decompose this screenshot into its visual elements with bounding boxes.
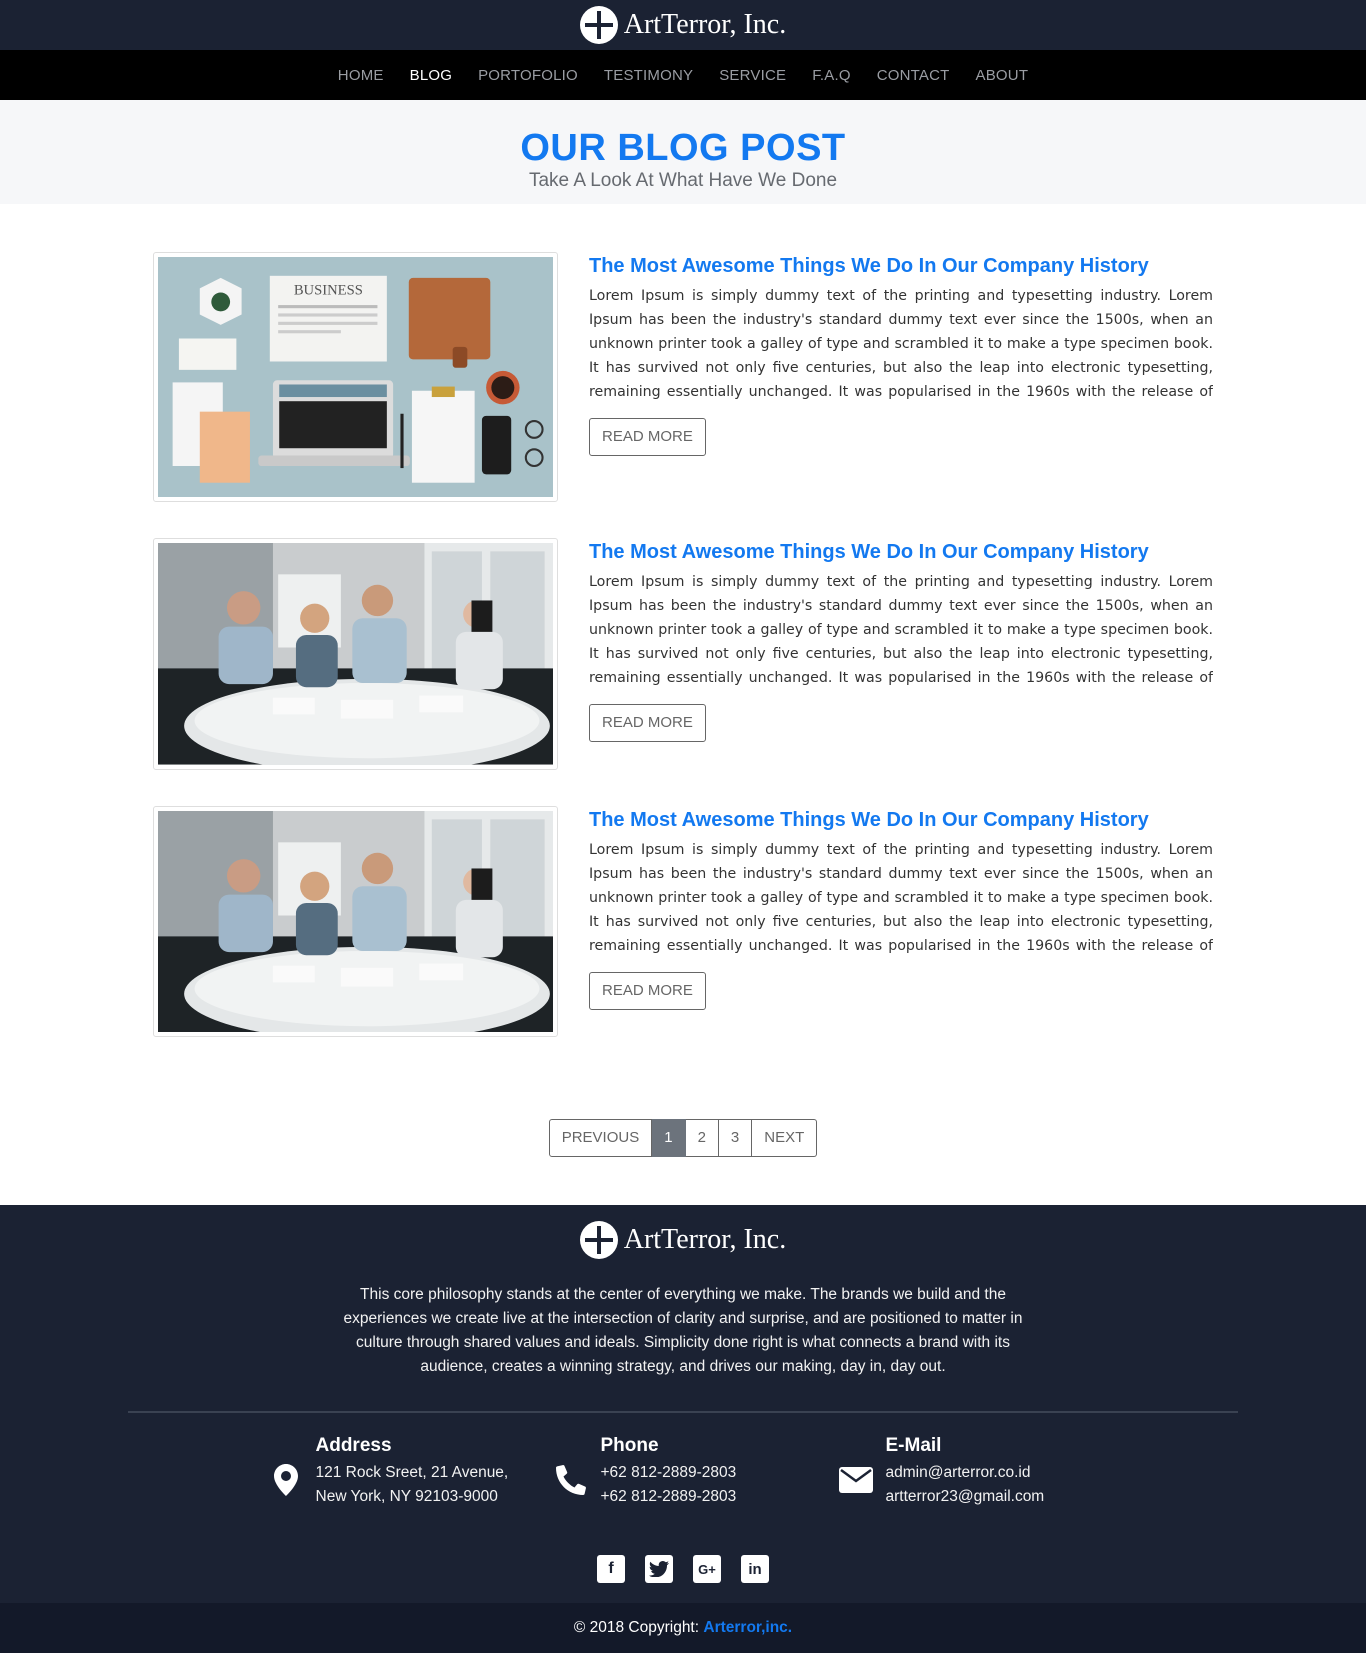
copyright-owner-link[interactable]: Arterror,inc. <box>703 1619 792 1636</box>
address-line-2: New York, NY 92103-9000 <box>315 1488 498 1506</box>
footer-divider <box>128 1411 1238 1414</box>
pagination-page-1[interactable]: 1 <box>652 1119 686 1158</box>
phone-heading: Phone <box>600 1435 659 1457</box>
nav-item-testimony[interactable]: TESTIMONY <box>604 67 693 84</box>
contact-info: Address 121 Rock Sreet, 21 Avenue, New Y… <box>0 1435 1366 1515</box>
newspaper-headline: BUSINESS <box>294 283 363 299</box>
post-excerpt: Lorem Ipsum is simply dummy text of the … <box>589 574 1213 687</box>
brand-logo[interactable]: ArtTerror, Inc. <box>579 6 787 44</box>
phone-line-1[interactable]: +62 812-2889-2803 <box>601 1461 737 1485</box>
nav-item-home[interactable]: HOME <box>338 67 384 84</box>
address-line-1: 121 Rock Sreet, 21 Avenue, <box>315 1464 509 1482</box>
nav-item-portofolio[interactable]: PORTOFOLIO <box>478 67 578 84</box>
email-line-2[interactable]: artterror23@gmail.com <box>886 1485 1045 1509</box>
page-title: OUR BLOG POST <box>520 127 846 169</box>
contact-phone: Phone +62 812-2889-2803 +62 812-2889-280… <box>541 1435 826 1515</box>
pagination-page-3[interactable]: 3 <box>718 1119 753 1158</box>
footer-brand-logo[interactable]: ArtTerror, Inc. <box>0 1221 1366 1260</box>
post-thumbnail[interactable] <box>153 805 558 1038</box>
team-meeting-image <box>158 543 553 765</box>
read-more-button[interactable]: READ MORE <box>589 704 706 743</box>
copyright-bar: © 2018 Copyright: Arterror,inc. <box>0 1603 1366 1653</box>
nav-item-contact[interactable]: CONTACT <box>877 67 950 84</box>
phone-line-2[interactable]: +62 812-2889-2803 <box>601 1485 737 1509</box>
blog-post-list: BUSINESS The Most Awesome Things We Do I… <box>153 252 1213 1038</box>
contact-email: E-Mail admin@arterror.co.id artterror23@… <box>826 1435 1111 1515</box>
team-meeting-image <box>158 810 553 1033</box>
footer-philosophy: This core philosophy stands at the cente… <box>343 1286 1023 1376</box>
read-more-button[interactable]: READ MORE <box>589 418 706 456</box>
main-nav: HOME BLOG PORTOFOLIO TESTIMONY SERVICE F… <box>0 50 1366 100</box>
email-line-1[interactable]: admin@arterror.co.id <box>886 1461 1045 1485</box>
pagination-next-button[interactable]: NEXT <box>752 1119 818 1158</box>
twitter-icon[interactable] <box>645 1555 673 1584</box>
email-heading: E-Mail <box>885 1435 942 1457</box>
read-more-button[interactable]: READ MORE <box>589 971 706 1010</box>
copyright-text: © 2018 Copyright: <box>573 1619 700 1637</box>
social-links: f G+ in <box>0 1555 1366 1603</box>
nav-item-service[interactable]: SERVICE <box>719 67 786 84</box>
post-title[interactable]: The Most Awesome Things We Do In Our Com… <box>589 253 1213 279</box>
blog-post: BUSINESS The Most Awesome Things We Do I… <box>153 252 1213 503</box>
pagination: PREVIOUS 1 2 3 NEXT <box>0 1119 1366 1158</box>
brand-mark-icon <box>579 1221 618 1260</box>
envelope-icon <box>826 1435 886 1515</box>
post-title[interactable]: The Most Awesome Things We Do In Our Com… <box>589 539 1213 565</box>
blog-post: The Most Awesome Things We Do In Our Com… <box>153 538 1213 770</box>
page-header: OUR BLOG POST Take A Look At What Have W… <box>0 100 1366 204</box>
nav-item-faq[interactable]: F.A.Q <box>812 67 851 84</box>
post-thumbnail[interactable] <box>153 538 558 770</box>
phone-icon <box>541 1435 601 1515</box>
linkedin-icon[interactable]: in <box>741 1555 769 1584</box>
brand-name: ArtTerror, Inc. <box>623 9 787 40</box>
pagination-page-2[interactable]: 2 <box>685 1119 719 1158</box>
address-heading: Address <box>315 1435 392 1457</box>
pagination-previous-button[interactable]: PREVIOUS <box>548 1119 653 1158</box>
post-thumbnail[interactable]: BUSINESS <box>153 252 558 503</box>
nav-item-about[interactable]: ABOUT <box>976 67 1029 84</box>
contact-address: Address 121 Rock Sreet, 21 Avenue, New Y… <box>256 1435 541 1515</box>
google-plus-icon[interactable]: G+ <box>693 1555 721 1584</box>
post-excerpt: Lorem Ipsum is simply dummy text of the … <box>589 288 1213 400</box>
desk-flatlay-image: BUSINESS <box>158 257 553 498</box>
page-subtitle: Take A Look At What Have We Done <box>528 170 838 191</box>
blog-post: The Most Awesome Things We Do In Our Com… <box>153 805 1213 1038</box>
map-marker-icon <box>256 1435 316 1515</box>
footer-brand-name: ArtTerror, Inc. <box>623 1224 787 1256</box>
post-excerpt: Lorem Ipsum is simply dummy text of the … <box>589 841 1213 954</box>
nav-item-blog[interactable]: BLOG <box>410 67 452 84</box>
brand-mark-icon <box>579 6 618 44</box>
facebook-icon[interactable]: f <box>597 1555 625 1584</box>
footer: ArtTerror, Inc. This core philosophy sta… <box>0 1205 1366 1653</box>
post-title[interactable]: The Most Awesome Things We Do In Our Com… <box>589 807 1213 833</box>
brand-bar: ArtTerror, Inc. <box>0 0 1366 50</box>
